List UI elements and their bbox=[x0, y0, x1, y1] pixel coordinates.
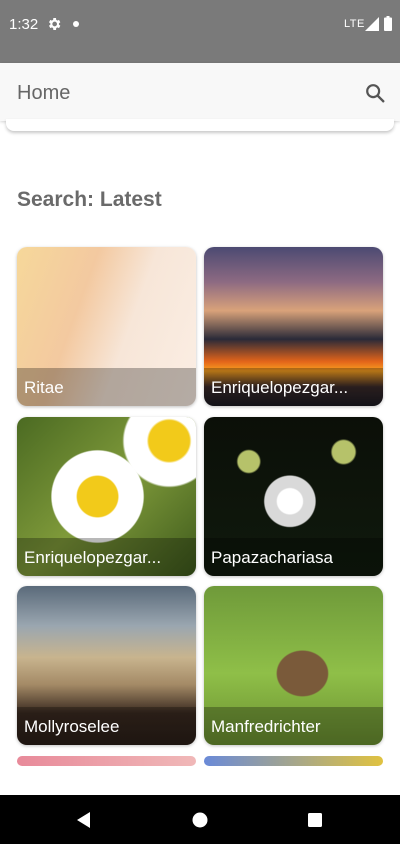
section-heading: Search: Latest bbox=[17, 188, 162, 211]
search-button[interactable] bbox=[360, 78, 390, 108]
photo-partial bbox=[17, 756, 196, 766]
result-tile[interactable]: Enriquelopezgar... bbox=[17, 417, 196, 576]
home-button[interactable] bbox=[185, 805, 215, 835]
app-bar: Home bbox=[0, 63, 400, 121]
author-label: Enriquelopezgar... bbox=[211, 378, 349, 397]
page-title: Home bbox=[17, 82, 71, 104]
notification-dot-icon bbox=[73, 21, 79, 27]
navigation-bar bbox=[0, 795, 400, 844]
author-label: Enriquelopezgar... bbox=[24, 548, 162, 567]
recents-icon bbox=[308, 813, 322, 827]
result-tile[interactable]: Ritae bbox=[17, 247, 196, 406]
signal-icon bbox=[365, 17, 379, 31]
result-tile[interactable]: Enriquelopezgar... bbox=[204, 247, 383, 406]
collapsed-search-card[interactable] bbox=[6, 119, 394, 131]
back-icon bbox=[77, 812, 90, 828]
author-label: Papazachariasa bbox=[211, 548, 333, 567]
photo-partial bbox=[204, 756, 383, 766]
result-tile[interactable]: Papazachariasa bbox=[204, 417, 383, 576]
result-tile[interactable]: Manfredrichter bbox=[204, 586, 383, 745]
author-label: Mollyroselee bbox=[24, 717, 120, 736]
result-tile-partial[interactable] bbox=[204, 756, 383, 766]
result-tile[interactable]: Mollyroselee bbox=[17, 586, 196, 745]
network-type: LTE bbox=[344, 18, 365, 30]
recents-button[interactable] bbox=[300, 805, 330, 835]
gear-icon bbox=[49, 18, 61, 30]
status-time: 1:32 bbox=[9, 16, 39, 33]
author-label: Ritae bbox=[24, 378, 64, 397]
status-bar: 1:32 LTE bbox=[0, 0, 400, 63]
back-button[interactable] bbox=[69, 805, 99, 835]
author-label: Manfredrichter bbox=[211, 717, 321, 736]
battery-icon bbox=[384, 16, 392, 31]
search-icon bbox=[366, 84, 385, 103]
result-tile-partial[interactable] bbox=[17, 756, 196, 766]
home-icon bbox=[192, 812, 208, 828]
